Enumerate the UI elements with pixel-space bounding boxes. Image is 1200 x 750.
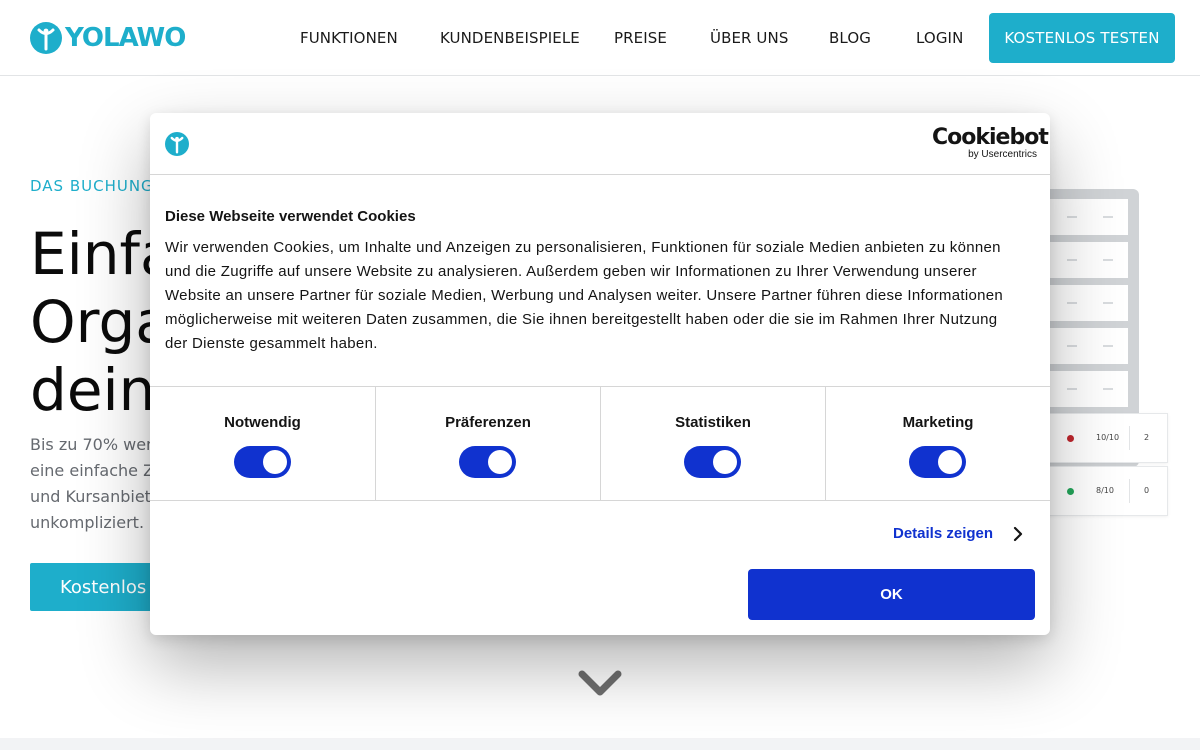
consent-categories: Notwendig Präferenzen Statistiken Market… <box>150 386 1050 501</box>
cookie-consent-dialog: Cookiebot by Usercentrics Diese Webseite… <box>150 113 1050 635</box>
booking-stat-card: 8/10 0 <box>1045 466 1168 516</box>
yolawo-logo[interactable]: YOLAWO <box>30 22 186 54</box>
site-logo-icon <box>165 132 189 156</box>
dialog-header: Cookiebot by Usercentrics <box>150 113 1050 175</box>
hero-eyebrow: DAS BUCHUNG <box>30 177 154 195</box>
nav-kundenbeispiele[interactable]: KUNDENBEISPIELE <box>440 29 580 47</box>
details-zeigen-link[interactable]: Details zeigen <box>893 525 993 542</box>
consent-label: Notwendig <box>224 414 301 431</box>
praeferenzen-toggle[interactable] <box>459 446 516 478</box>
consent-praeferenzen: Präferenzen <box>375 387 600 500</box>
cookiebot-wordmark: Cookiebot <box>932 125 1049 150</box>
notwendig-toggle[interactable] <box>233 446 291 478</box>
stat-ratio: 8/10 <box>1096 486 1114 495</box>
dialog-body-line: und die Zugriffe auf unsere Website zu a… <box>165 263 977 280</box>
nav-funktionen[interactable]: FUNKTIONEN <box>300 29 398 47</box>
stat-count: 2 <box>1144 433 1150 442</box>
consent-notwendig: Notwendig <box>150 387 375 500</box>
consent-label: Marketing <box>902 414 974 431</box>
stat-ratio: 10/10 <box>1096 433 1120 442</box>
dialog-body: Wir verwenden Cookies, um Inhalte und An… <box>165 236 1040 356</box>
status-dot <box>1067 488 1074 495</box>
marketing-toggle[interactable] <box>909 446 966 478</box>
nav-login[interactable]: LOGIN <box>916 29 963 47</box>
ok-button[interactable]: OK <box>748 569 1035 620</box>
logo-wordmark: YOLAWO <box>65 23 186 53</box>
kostenlos-testen-button[interactable]: KOSTENLOS TESTEN <box>989 13 1175 63</box>
dialog-body-line: der Dienste gesammelt haben. <box>165 335 378 352</box>
dialog-body-line: Wir verwenden Cookies, um Inhalte und An… <box>165 239 1001 256</box>
dialog-body-line: Website an unsere Partner für soziale Me… <box>165 287 1004 304</box>
stat-count: 0 <box>1144 486 1150 495</box>
cookiebot-byline: by Usercentrics <box>968 149 1037 160</box>
dialog-title: Diese Webseite verwendet Cookies <box>165 208 416 225</box>
yolawo-logo-icon <box>30 22 62 54</box>
next-section-band <box>0 738 1200 750</box>
statistiken-toggle[interactable] <box>684 446 741 478</box>
consent-label: Statistiken <box>675 414 751 431</box>
nav-preise[interactable]: PREISE <box>614 29 667 47</box>
site-header: YOLAWO FUNKTIONEN KUNDENBEISPIELE PREISE… <box>0 0 1200 76</box>
chevron-right-icon[interactable] <box>1012 526 1024 542</box>
scroll-down-chevron-icon[interactable] <box>578 668 622 700</box>
status-dot <box>1067 435 1074 442</box>
cookiebot-logo[interactable]: Cookiebot by Usercentrics <box>932 125 1049 160</box>
nav-blog[interactable]: BLOG <box>829 29 871 47</box>
booking-stat-card: 10/10 2 <box>1045 413 1168 463</box>
consent-label: Präferenzen <box>445 414 531 431</box>
consent-statistiken: Statistiken <box>600 387 825 500</box>
nav-ueber-uns[interactable]: ÜBER UNS <box>710 29 788 47</box>
dialog-body-line: möglicherweise mit weiteren Daten zusamm… <box>165 311 998 328</box>
consent-marketing: Marketing <box>825 387 1050 500</box>
